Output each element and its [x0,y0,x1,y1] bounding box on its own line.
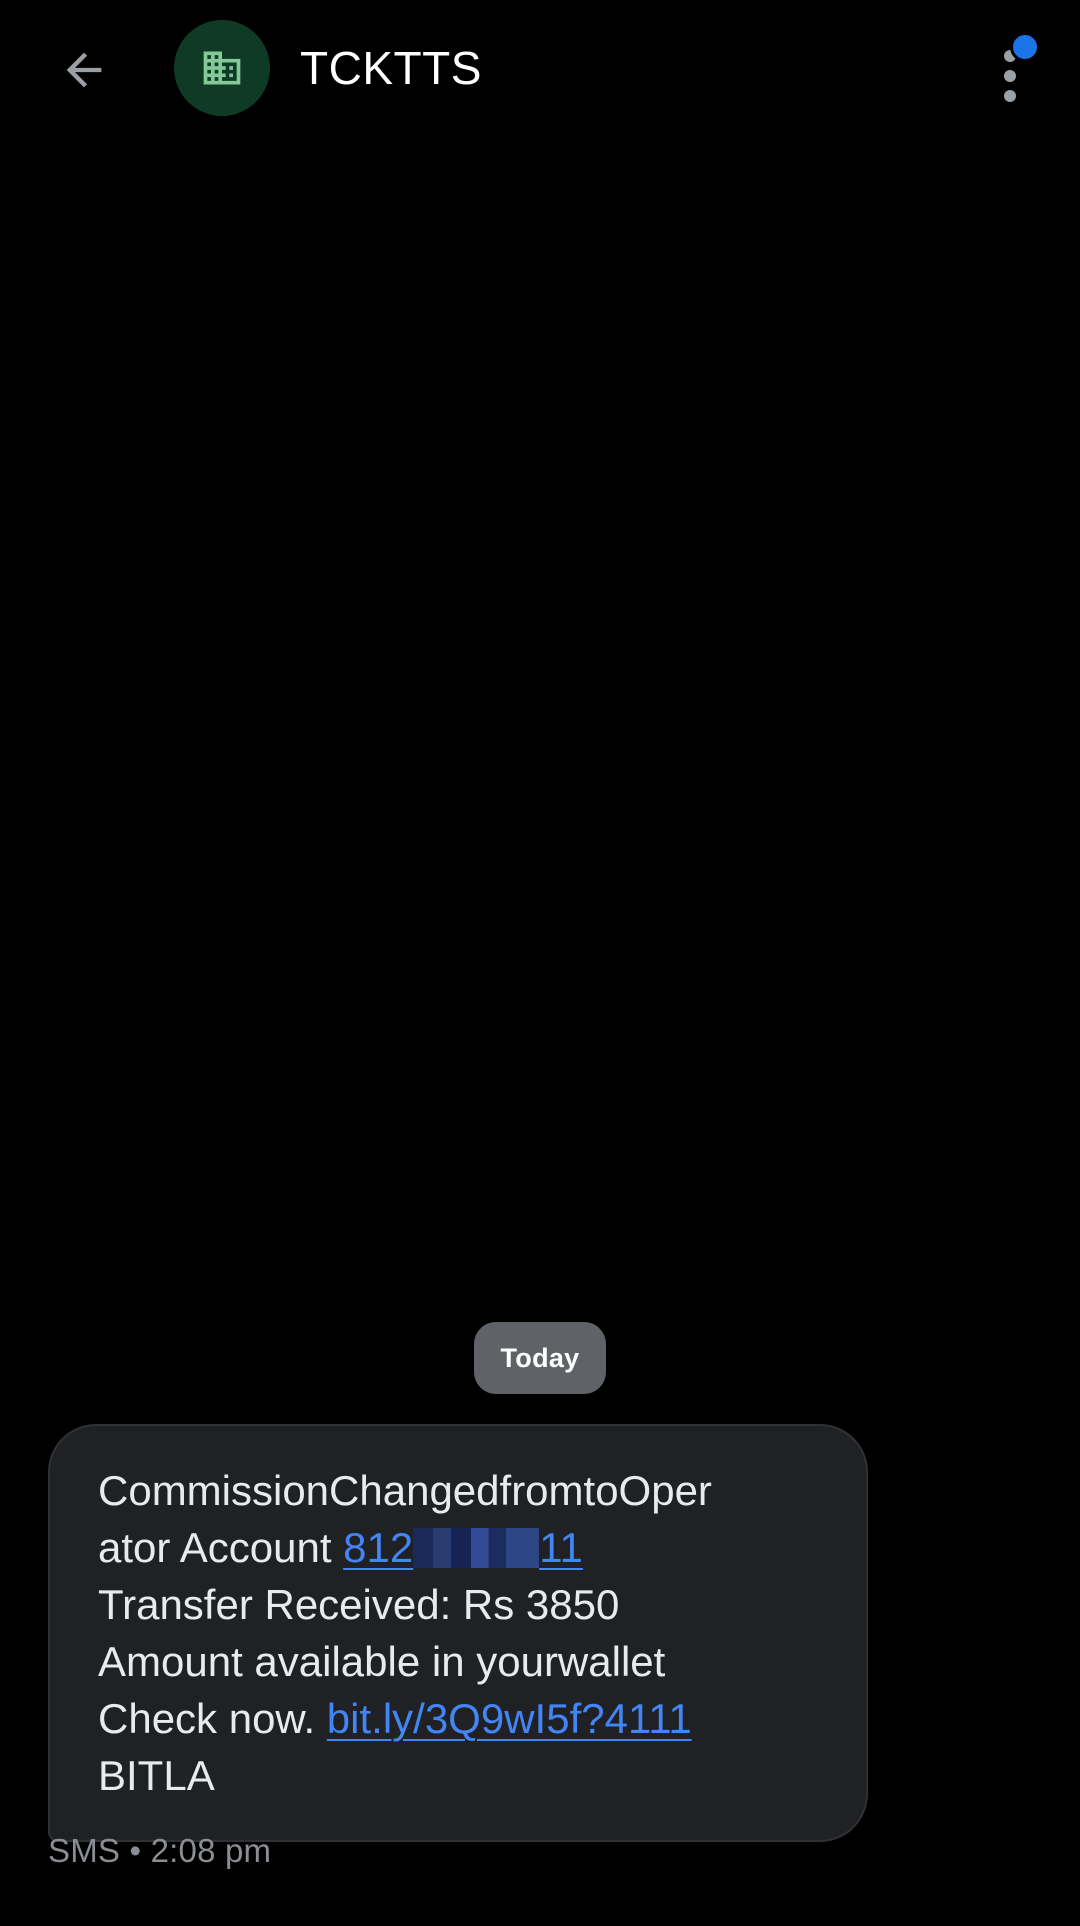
check-now-text: Check now. [98,1695,327,1742]
message-line-3: Transfer Received: Rs 3850 [98,1581,620,1628]
conversation-title[interactable]: TCKTTS [300,38,482,98]
account-number-end: 11 [539,1524,583,1571]
contact-avatar[interactable] [174,20,270,116]
date-divider: Today [474,1322,606,1394]
account-number-start: 812 [343,1524,414,1571]
message-line-4: Amount available in yourwallet [98,1638,666,1685]
business-building-icon [203,51,241,85]
message-bubble[interactable]: CommissionChangedfromtoOper ator Account… [48,1424,868,1842]
message-line-1: CommissionChangedfromtoOper [98,1467,712,1514]
top-app-bar: TCKTTS [0,0,1080,140]
more-vert-dot [1004,90,1016,102]
message-line-5: Check now. bit.ly/3Q9wI5f?4111 [98,1690,820,1747]
message-line-6: BITLA [98,1752,215,1799]
more-options-button[interactable] [990,30,1050,102]
account-label: ator Account [98,1524,344,1571]
back-button[interactable] [50,36,118,104]
message-timestamp: SMS • 2:08 pm [48,1832,272,1869]
more-vert-dot [1004,70,1016,82]
message-line-2: ator Account 812 11 [98,1519,820,1576]
redacted-digits [413,1528,540,1568]
message-url-link[interactable]: bit.ly/3Q9wI5f?4111 [327,1695,692,1742]
notification-dot [1010,32,1040,62]
arrow-back-icon [66,52,102,88]
account-number-link[interactable]: 812 11 [343,1524,583,1571]
